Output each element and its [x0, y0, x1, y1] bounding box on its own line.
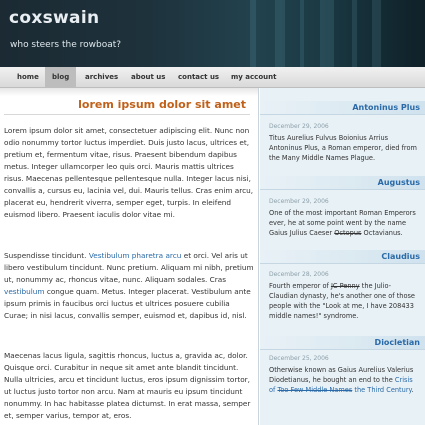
site-header: coxswain who steers the rowboat? [0, 0, 425, 67]
post-paragraph-1: Lorem ipsum dolor sit amet, consectetuer… [4, 126, 254, 219]
title-divider [4, 114, 250, 115]
sidebar-text: One of the most important Roman Emperors… [269, 208, 419, 238]
nav-item-my-account[interactable]: my account [224, 67, 283, 88]
post-paragraph-3: Maecenas lacus ligula, sagittis rhoncus,… [4, 351, 251, 420]
sidebar-date: December 28, 2006 [269, 271, 329, 278]
nav-item-blog[interactable]: blog [45, 67, 77, 88]
strikethrough-text: Too Few Middle Names [277, 386, 353, 394]
link-vestibulum[interactable]: vestibulum [4, 287, 45, 296]
main-content: lorem ipsum dolor sit amet Lorem ipsum d… [0, 88, 259, 425]
link-vestibulum-pharetra[interactable]: Vestibulum pharetra arcu [89, 251, 182, 260]
sidebar-title-diocletian[interactable]: Diocletian [260, 336, 425, 350]
post-paragraph-2: Suspendisse tincidunt. Vestibulum pharet… [4, 250, 254, 322]
sidebar-title-augustus[interactable]: Augustus [260, 176, 425, 190]
sidebar-text-part: Otherwise known as Gaius Aurelius Valeri… [269, 366, 414, 384]
main-nav: home blog archives about us contact us m… [0, 67, 425, 88]
sidebar-text-part: Octavianus. [361, 229, 403, 237]
site-tagline: who steers the rowboat? [10, 40, 122, 50]
nav-item-contact-us[interactable]: contact us [171, 67, 226, 88]
paragraph-text: Suspendisse tincidunt. [4, 251, 89, 260]
strikethrough-text: JC Penny [330, 282, 360, 290]
nav-item-archives[interactable]: archives [78, 67, 125, 88]
sidebar-text: Fourth emperor of JC Penny the Julio-Cla… [269, 281, 419, 321]
nav-item-home[interactable]: home [10, 67, 46, 88]
sidebar-title-antoninus[interactable]: Antoninus Plus [260, 101, 425, 115]
sidebar-title-claudius[interactable]: Claudius [260, 250, 425, 264]
sidebar-date: December 29, 2006 [269, 198, 329, 205]
link-text: the Third Century [352, 386, 412, 394]
site-title[interactable]: coxswain [9, 8, 99, 28]
sidebar-date: December 29, 2006 [269, 123, 329, 130]
sidebar-text: Otherwise known as Gaius Aurelius Valeri… [269, 365, 419, 395]
sidebar-text-part: . [411, 386, 414, 394]
sidebar-date: December 25, 2006 [269, 355, 329, 362]
sidebar-text-part: Fourth emperor of [269, 282, 331, 290]
nav-item-about-us[interactable]: about us [124, 67, 172, 88]
strikethrough-text: Octopus [334, 229, 362, 237]
sidebar-text: Titus Aurelius Fulvus Boionius Arrius An… [269, 134, 417, 162]
post-title[interactable]: lorem ipsum dolor sit amet [78, 98, 246, 111]
sidebar: Antoninus Plus December 29, 2006 Titus A… [260, 88, 425, 425]
